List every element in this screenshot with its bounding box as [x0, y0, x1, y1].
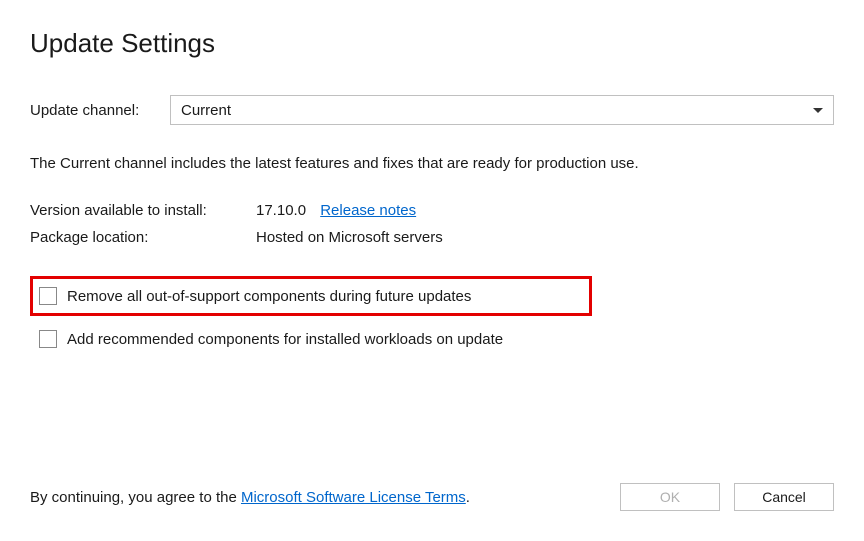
footer: By continuing, you agree to the Microsof… [30, 483, 834, 511]
remove-oos-checkbox[interactable] [39, 287, 57, 305]
license-prefix: By continuing, you agree to the [30, 489, 241, 506]
update-channel-row: Update channel: Current [30, 95, 834, 125]
license-text: By continuing, you agree to the Microsof… [30, 489, 470, 506]
cancel-button[interactable]: Cancel [734, 483, 834, 511]
license-suffix: . [466, 489, 470, 506]
add-recommended-label[interactable]: Add recommended components for installed… [67, 331, 503, 348]
update-channel-value: Current [181, 102, 231, 119]
ok-button[interactable]: OK [620, 483, 720, 511]
release-notes-link[interactable]: Release notes [320, 202, 416, 219]
remove-oos-row: Remove all out-of-support components dur… [39, 287, 583, 305]
version-value-container: 17.10.0 Release notes [256, 202, 416, 219]
chevron-down-icon [813, 108, 823, 113]
license-link[interactable]: Microsoft Software License Terms [241, 489, 466, 506]
version-value: 17.10.0 [256, 202, 306, 219]
channel-description: The Current channel includes the latest … [30, 155, 834, 172]
page-title: Update Settings [30, 28, 834, 59]
package-location-row: Package location: Hosted on Microsoft se… [30, 229, 834, 246]
add-recommended-checkbox[interactable] [39, 330, 57, 348]
remove-oos-label[interactable]: Remove all out-of-support components dur… [67, 288, 471, 305]
version-label: Version available to install: [30, 202, 256, 219]
package-location-value: Hosted on Microsoft servers [256, 229, 443, 246]
version-row: Version available to install: 17.10.0 Re… [30, 202, 834, 219]
update-channel-dropdown[interactable]: Current [170, 95, 834, 125]
footer-buttons: OK Cancel [620, 483, 834, 511]
package-location-label: Package location: [30, 229, 256, 246]
update-channel-label: Update channel: [30, 102, 170, 119]
checkbox-group: Remove all out-of-support components dur… [30, 276, 834, 348]
highlighted-option: Remove all out-of-support components dur… [30, 276, 592, 316]
add-recommended-row: Add recommended components for installed… [30, 330, 834, 348]
